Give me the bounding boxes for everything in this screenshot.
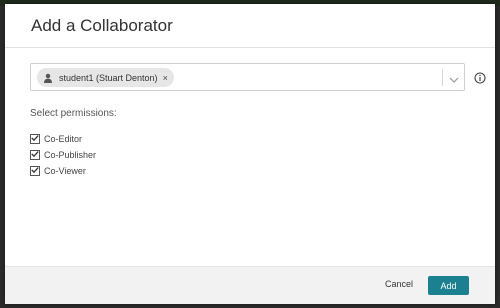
- co-viewer-checkbox[interactable]: [30, 165, 40, 176]
- add-button[interactable]: Add: [428, 276, 469, 295]
- collaborator-select[interactable]: student1 (Stuart Denton) ×: [30, 63, 465, 91]
- permission-co-viewer[interactable]: Co-Viewer: [30, 163, 96, 178]
- dialog-footer: Cancel Add: [5, 266, 495, 304]
- info-icon[interactable]: [474, 71, 486, 84]
- co-publisher-label: Co-Publisher: [44, 149, 97, 160]
- permissions-list: Co-Editor Co-Publisher Co-Viewer: [30, 131, 96, 179]
- permission-co-publisher[interactable]: Co-Publisher: [30, 147, 96, 162]
- selected-collaborator-chip: student1 (Stuart Denton) ×: [37, 68, 174, 87]
- chip-label: student1 (Stuart Denton): [59, 72, 158, 83]
- permissions-label: Select permissions:: [30, 108, 117, 119]
- cancel-button[interactable]: Cancel: [385, 279, 413, 289]
- co-editor-checkbox[interactable]: [30, 133, 40, 144]
- chevron-down-icon[interactable]: [448, 72, 460, 83]
- co-publisher-checkbox[interactable]: [30, 149, 40, 160]
- user-icon: [43, 73, 53, 83]
- permission-co-editor[interactable]: Co-Editor: [30, 131, 96, 146]
- dialog-body: student1 (Stuart Denton) × Select permis…: [5, 48, 495, 266]
- select-divider: [442, 69, 443, 86]
- dialog-title: Add a Collaborator: [31, 16, 173, 35]
- co-viewer-label: Co-Viewer: [44, 165, 86, 176]
- co-editor-label: Co-Editor: [44, 133, 83, 144]
- dialog-header: Add a Collaborator: [5, 4, 495, 48]
- remove-chip-icon[interactable]: ×: [163, 73, 168, 83]
- add-collaborator-dialog: Add a Collaborator student1 (Stuart Dent…: [5, 4, 495, 304]
